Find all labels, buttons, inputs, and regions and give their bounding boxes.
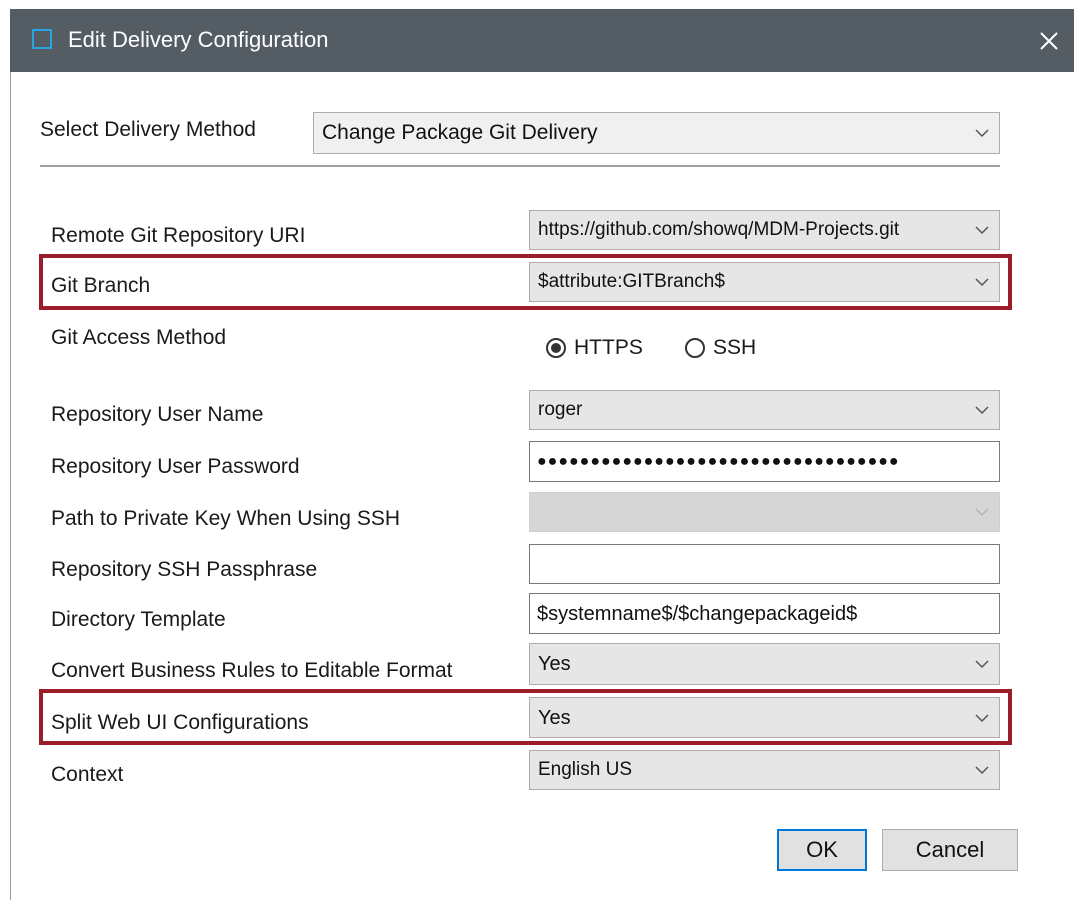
- chevron-down-icon: [975, 129, 989, 138]
- split-webui-select[interactable]: Yes: [529, 697, 1000, 738]
- remote-uri-select[interactable]: https://github.com/showq/MDM-Projects.gi…: [529, 210, 1000, 250]
- chevron-down-icon: [975, 406, 989, 415]
- separator: [40, 165, 1000, 167]
- chevron-down-icon: [975, 278, 989, 287]
- private-key-select[interactable]: [529, 492, 1000, 532]
- user-name-label: Repository User Name: [51, 403, 264, 426]
- split-webui-value: Yes: [538, 706, 571, 729]
- private-key-label: Path to Private Key When Using SSH: [51, 507, 400, 530]
- user-password-label: Repository User Password: [51, 455, 300, 478]
- delivery-method-value: Change Package Git Delivery: [322, 121, 598, 144]
- close-icon: [1040, 31, 1058, 50]
- window-icon: [32, 29, 52, 49]
- radio-https[interactable]: HTTPS: [546, 336, 643, 360]
- ok-button[interactable]: OK: [777, 829, 867, 871]
- convert-rules-label: Convert Business Rules to Editable Forma…: [51, 659, 453, 682]
- delivery-method-label: Select Delivery Method: [40, 118, 256, 141]
- directory-template-field[interactable]: $systemname$/$changepackageid$: [529, 593, 1000, 634]
- title-bar: Edit Delivery Configuration: [10, 9, 1074, 72]
- delivery-method-select[interactable]: Change Package Git Delivery: [313, 112, 1000, 154]
- context-value: English US: [538, 759, 632, 780]
- git-branch-label: Git Branch: [51, 274, 151, 297]
- remote-uri-label: Remote Git Repository URI: [51, 224, 306, 247]
- dialog-border: [10, 72, 11, 900]
- split-webui-label: Split Web UI Configurations: [51, 711, 309, 734]
- convert-rules-select[interactable]: Yes: [529, 643, 1000, 685]
- user-password-field[interactable]: ●●●●●●●●●●●●●●●●●●●●●●●●●●●●●●●●●●: [529, 441, 1000, 482]
- convert-rules-value: Yes: [538, 653, 571, 675]
- radio-https-label: HTTPS: [574, 336, 643, 359]
- user-name-value: roger: [538, 399, 583, 420]
- window-title: Edit Delivery Configuration: [68, 27, 329, 52]
- radio-icon: [546, 338, 566, 358]
- chevron-down-icon: [975, 226, 989, 235]
- context-label: Context: [51, 763, 124, 786]
- ssh-passphrase-field[interactable]: [529, 544, 1000, 584]
- directory-template-label: Directory Template: [51, 608, 226, 631]
- radio-ssh-label: SSH: [713, 336, 757, 359]
- access-method-label: Git Access Method: [51, 326, 227, 349]
- remote-uri-value: https://github.com/showq/MDM-Projects.gi…: [538, 219, 900, 240]
- git-branch-value: $attribute:GITBranch$: [538, 271, 725, 292]
- radio-icon: [685, 338, 705, 358]
- user-name-select[interactable]: roger: [529, 390, 1000, 430]
- user-password-value: ●●●●●●●●●●●●●●●●●●●●●●●●●●●●●●●●●●: [537, 452, 900, 470]
- chevron-down-icon: [975, 713, 989, 722]
- radio-ssh[interactable]: SSH: [685, 336, 756, 360]
- chevron-down-icon: [975, 660, 989, 669]
- chevron-down-icon: [975, 508, 989, 517]
- ssh-passphrase-label: Repository SSH Passphrase: [51, 558, 318, 581]
- close-button[interactable]: [1024, 9, 1074, 72]
- context-select[interactable]: English US: [529, 750, 1000, 790]
- cancel-button[interactable]: Cancel: [882, 829, 1018, 871]
- git-branch-select[interactable]: $attribute:GITBranch$: [529, 262, 1000, 302]
- directory-template-value: $systemname$/$changepackageid$: [537, 602, 858, 625]
- chevron-down-icon: [975, 766, 989, 775]
